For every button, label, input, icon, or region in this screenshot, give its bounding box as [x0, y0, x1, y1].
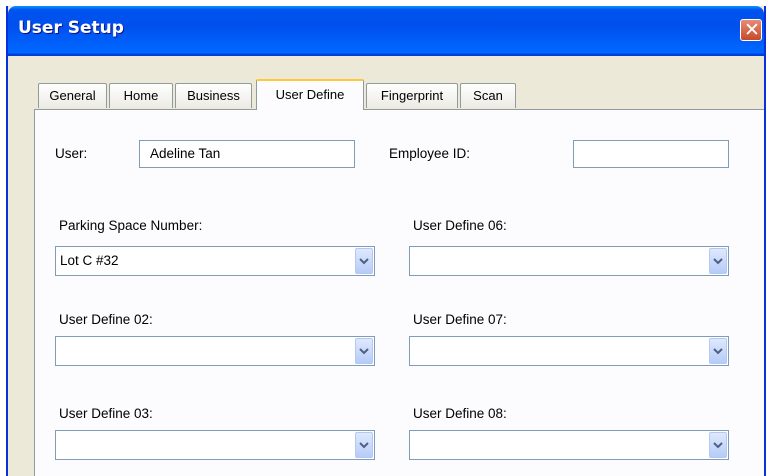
chevron-down-icon[interactable]	[355, 432, 373, 458]
parking-space-value: Lot C #32	[60, 253, 119, 268]
title-bar[interactable]: User Setup ✕	[8, 6, 764, 56]
user-define-02-dropdown[interactable]	[55, 336, 375, 366]
tab-fingerprint[interactable]: Fingerprint	[366, 83, 458, 108]
parking-space-dropdown[interactable]: Lot C #32	[55, 246, 375, 276]
user-define-07-dropdown[interactable]	[409, 336, 729, 366]
window-title: User Setup	[18, 18, 124, 38]
user-define-03-dropdown[interactable]	[55, 430, 375, 460]
user-setup-window: User Setup ✕ General Home Business User …	[6, 6, 766, 476]
user-label: User:	[55, 146, 88, 161]
close-icon: ✕	[744, 19, 760, 41]
chevron-down-icon[interactable]	[709, 338, 727, 364]
user-define-07-label: User Define 07:	[413, 312, 507, 327]
tab-home[interactable]: Home	[109, 83, 173, 108]
chevron-down-icon[interactable]	[709, 248, 727, 274]
tab-user-define[interactable]: User Define	[256, 79, 364, 110]
chevron-down-icon[interactable]	[355, 248, 373, 274]
user-field[interactable]: Adeline Tan	[139, 140, 355, 168]
user-define-08-dropdown[interactable]	[409, 430, 729, 460]
tab-general[interactable]: General	[38, 83, 107, 108]
close-button[interactable]: ✕	[740, 19, 762, 41]
chevron-down-icon[interactable]	[355, 338, 373, 364]
user-define-03-label: User Define 03:	[59, 406, 153, 421]
tab-business[interactable]: Business	[175, 83, 252, 108]
user-define-08-label: User Define 08:	[413, 406, 507, 421]
employee-id-field[interactable]	[573, 140, 729, 168]
tab-scan[interactable]: Scan	[460, 83, 516, 108]
user-define-06-label: User Define 06:	[413, 218, 507, 233]
employee-id-label: Employee ID:	[389, 146, 471, 161]
parking-space-label: Parking Space Number:	[59, 218, 203, 233]
user-define-panel: User: Adeline Tan Employee ID: Parking S…	[34, 109, 764, 476]
user-define-02-label: User Define 02:	[59, 312, 153, 327]
user-define-06-dropdown[interactable]	[409, 246, 729, 276]
chevron-down-icon[interactable]	[709, 432, 727, 458]
